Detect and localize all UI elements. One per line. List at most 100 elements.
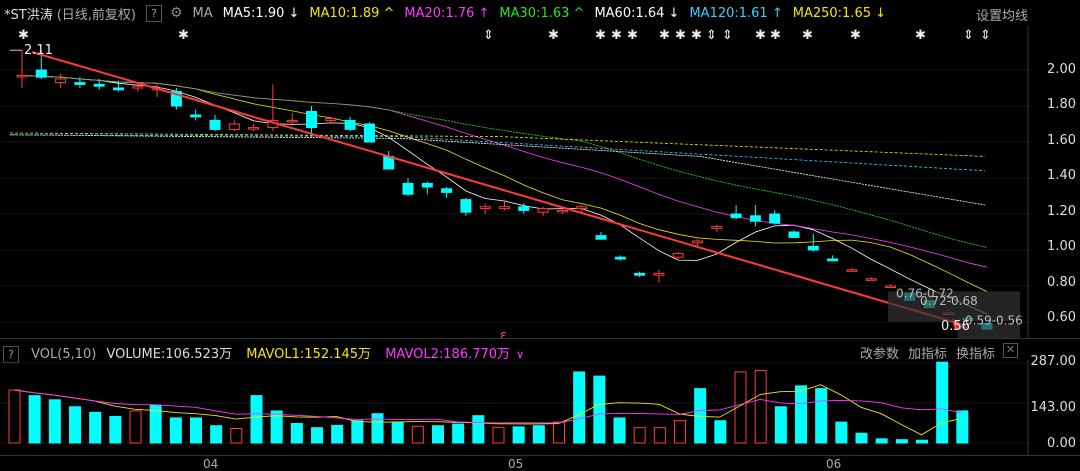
low-price-label: 0.56 [941, 319, 970, 334]
candle-body [518, 206, 530, 211]
ma-label: MA [192, 5, 213, 21]
x-axis-line [0, 455, 1080, 456]
volume-chart[interactable] [0, 360, 1030, 456]
volume-bar [553, 421, 565, 444]
candle-body [653, 272, 665, 276]
volume-bar [411, 425, 424, 444]
candle-body [479, 206, 491, 210]
volume-bar [432, 425, 444, 444]
candle-body [93, 83, 105, 87]
candle-body [209, 119, 221, 130]
volume-bar [472, 415, 485, 444]
candle-body [16, 74, 28, 78]
volume-bar [855, 432, 868, 444]
candle-body [846, 269, 858, 272]
volume-bar [936, 361, 949, 444]
ma-item-1: MA10:1.89 ^ [309, 5, 395, 21]
x-tick-label: 06 [826, 457, 842, 471]
candle-body [865, 278, 877, 281]
volume-bar [190, 417, 202, 444]
ma-item-3: MA30:1.63 ^ [499, 5, 585, 21]
close-icon[interactable]: ✕ [1003, 343, 1018, 358]
ma10-line [21, 75, 988, 292]
candle-body [556, 209, 568, 213]
candle-body [190, 114, 202, 118]
ma-item-0: MA5:1.90 ↓ [222, 5, 300, 21]
volume-bar [290, 422, 303, 444]
candle-body [113, 87, 124, 91]
volume-bar [371, 413, 384, 444]
volume-bar [774, 406, 787, 444]
volume-tick-label: 143.00 [1030, 400, 1077, 415]
candle-body [634, 272, 646, 276]
volume-bar [391, 421, 404, 444]
ma30-line [21, 75, 988, 248]
ma60-line [9, 134, 986, 206]
range-label-3: 0.59-0.56 [965, 313, 1023, 327]
x-tick-label: 05 [508, 457, 524, 471]
volume-bar [653, 427, 666, 444]
candle-body [132, 85, 144, 89]
ma-item-5: MA120:1.61 ↑ [689, 5, 783, 21]
candle-body [55, 78, 67, 84]
volume-bar [532, 425, 545, 444]
ma-values: MA5:1.90 ↓ MA10:1.89 ^ MA20:1.76 ↑ MA30:1.6… [223, 6, 896, 21]
gear-icon[interactable]: ⚙ [170, 5, 183, 21]
candle-body [460, 199, 472, 213]
volume-bar [895, 439, 908, 444]
candle-body [325, 118, 337, 121]
price-tick-label: 1.40 [1047, 168, 1076, 183]
volume-bar [613, 417, 626, 444]
candle-body [286, 119, 298, 123]
price-tick-label: 1.00 [1047, 239, 1076, 254]
volume-bar [815, 388, 828, 444]
volume-bar [512, 426, 525, 444]
settings-ma-button[interactable]: 设置均线 [976, 5, 1028, 24]
candle-body [499, 206, 510, 210]
help-icon[interactable]: ? [145, 4, 162, 22]
price-tick-label: 1.20 [1047, 204, 1076, 219]
volume-bar [28, 395, 41, 444]
ma250-line [9, 132, 986, 157]
volume-bar [331, 424, 344, 444]
volume-bar [754, 370, 767, 444]
volume-bar [69, 406, 81, 444]
ma-item-6: MA250:1.65 ↓ [792, 5, 887, 21]
candle-body [537, 208, 549, 213]
volume-bar [956, 410, 969, 444]
candle-body [614, 256, 626, 260]
candle-body [672, 253, 684, 258]
marker-label: ε [500, 329, 507, 338]
volume-tick-label: 0.00 [1047, 436, 1076, 451]
volume-bar [89, 411, 102, 444]
volume-bar [714, 420, 727, 444]
volume-bar [452, 423, 465, 444]
stock-name[interactable]: *ST洪涛 [4, 4, 53, 23]
volume-bar [351, 420, 364, 444]
volume-bar [573, 371, 586, 444]
period-label: (日线,前复权) [56, 7, 136, 23]
volume-bar [674, 420, 686, 444]
chart-header: *ST洪涛 (日线,前复权) ? ⚙ MA MA5:1.90 ↓ MA10:1.8… [0, 0, 1080, 26]
range-label-2: 0.72-0.68 [920, 294, 978, 308]
candle-body [421, 182, 433, 188]
volume-bar [875, 438, 888, 444]
price-tick-label: 0.80 [1047, 275, 1076, 290]
candle-body [885, 285, 896, 288]
price-tick-label: 1.80 [1047, 97, 1076, 112]
ma5-line [21, 75, 988, 315]
candle-body [827, 258, 839, 262]
candle-body [730, 213, 742, 219]
price-tick-label: 2.00 [1047, 62, 1076, 77]
candle-body [306, 110, 317, 129]
volume-bar [835, 421, 848, 444]
ma-item-2: MA20:1.76 ↑ [404, 5, 490, 21]
volume-bar [916, 439, 928, 444]
candle-body [711, 226, 723, 229]
price-tick-label: 0.60 [1047, 310, 1076, 325]
candle-body [35, 69, 47, 78]
candle-body [807, 245, 819, 251]
price-chart[interactable]: 2.110.76-0.720.72-0.680.59-0.560.56ε [0, 26, 1030, 338]
candle-body [228, 123, 240, 130]
candle-body [74, 82, 86, 85]
